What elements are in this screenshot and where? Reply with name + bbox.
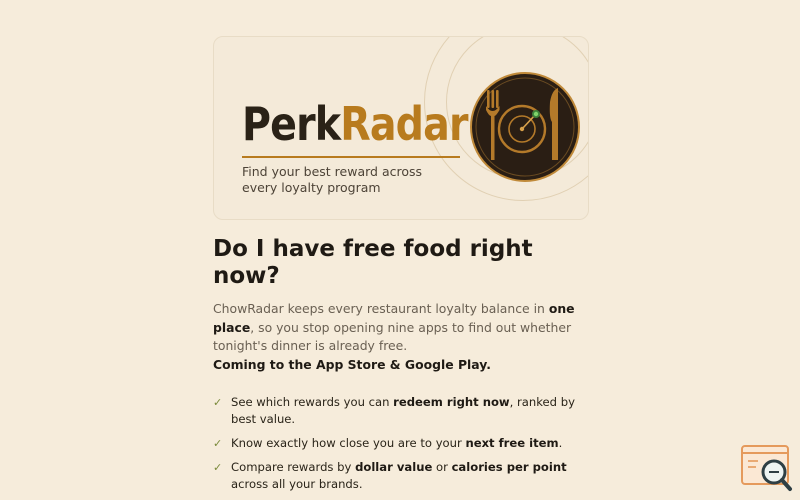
feature-text: across all your brands. <box>231 477 363 491</box>
feature-bold: calories per point <box>451 460 567 474</box>
feature-text: See which rewards you can <box>231 395 394 409</box>
feature-list: ✓ See which rewards you can redeem right… <box>213 394 583 500</box>
plate-radar-icon <box>470 72 580 182</box>
feature-text: Compare rewards by <box>231 460 356 474</box>
feature-item: ✓ Compare rewards by dollar value or cal… <box>213 459 583 493</box>
intro-text-1: ChowRadar keeps every restaurant loyalty… <box>213 301 549 316</box>
page-heading: Do I have free food right now? <box>213 236 533 289</box>
feature-bold: next free item <box>465 436 559 450</box>
page: PerkRadar Find your best reward across e… <box>0 0 800 500</box>
feature-bold: dollar value <box>355 460 433 474</box>
feature-text: or <box>432 460 452 474</box>
feature-item: ✓ See which rewards you can redeem right… <box>213 394 583 428</box>
tagline: Find your best reward across every loyal… <box>242 164 423 195</box>
browser-search-icon[interactable] <box>740 444 794 494</box>
feature-text: Know exactly how close you are to your <box>231 436 466 450</box>
check-icon: ✓ <box>213 461 223 474</box>
feature-text: . <box>558 436 563 450</box>
brand-name-perk: Perk <box>242 97 341 151</box>
hero-card: PerkRadar Find your best reward across e… <box>213 36 589 220</box>
brand-logotype: PerkRadar <box>242 97 468 151</box>
intro-text-2: , so you stop opening nine apps to find … <box>213 319 572 354</box>
feature-bold: redeem right now <box>393 395 510 409</box>
intro-paragraph: ChowRadar keeps every restaurant loyalty… <box>213 300 583 356</box>
brand-name-radar: Radar <box>340 97 468 151</box>
brand-underline <box>242 156 460 158</box>
check-icon: ✓ <box>213 437 223 450</box>
feature-item: ✓ Know exactly how close you are to your… <box>213 435 583 452</box>
check-icon: ✓ <box>213 396 223 409</box>
coming-soon-text: Coming to the App Store & Google Play. <box>213 357 491 372</box>
